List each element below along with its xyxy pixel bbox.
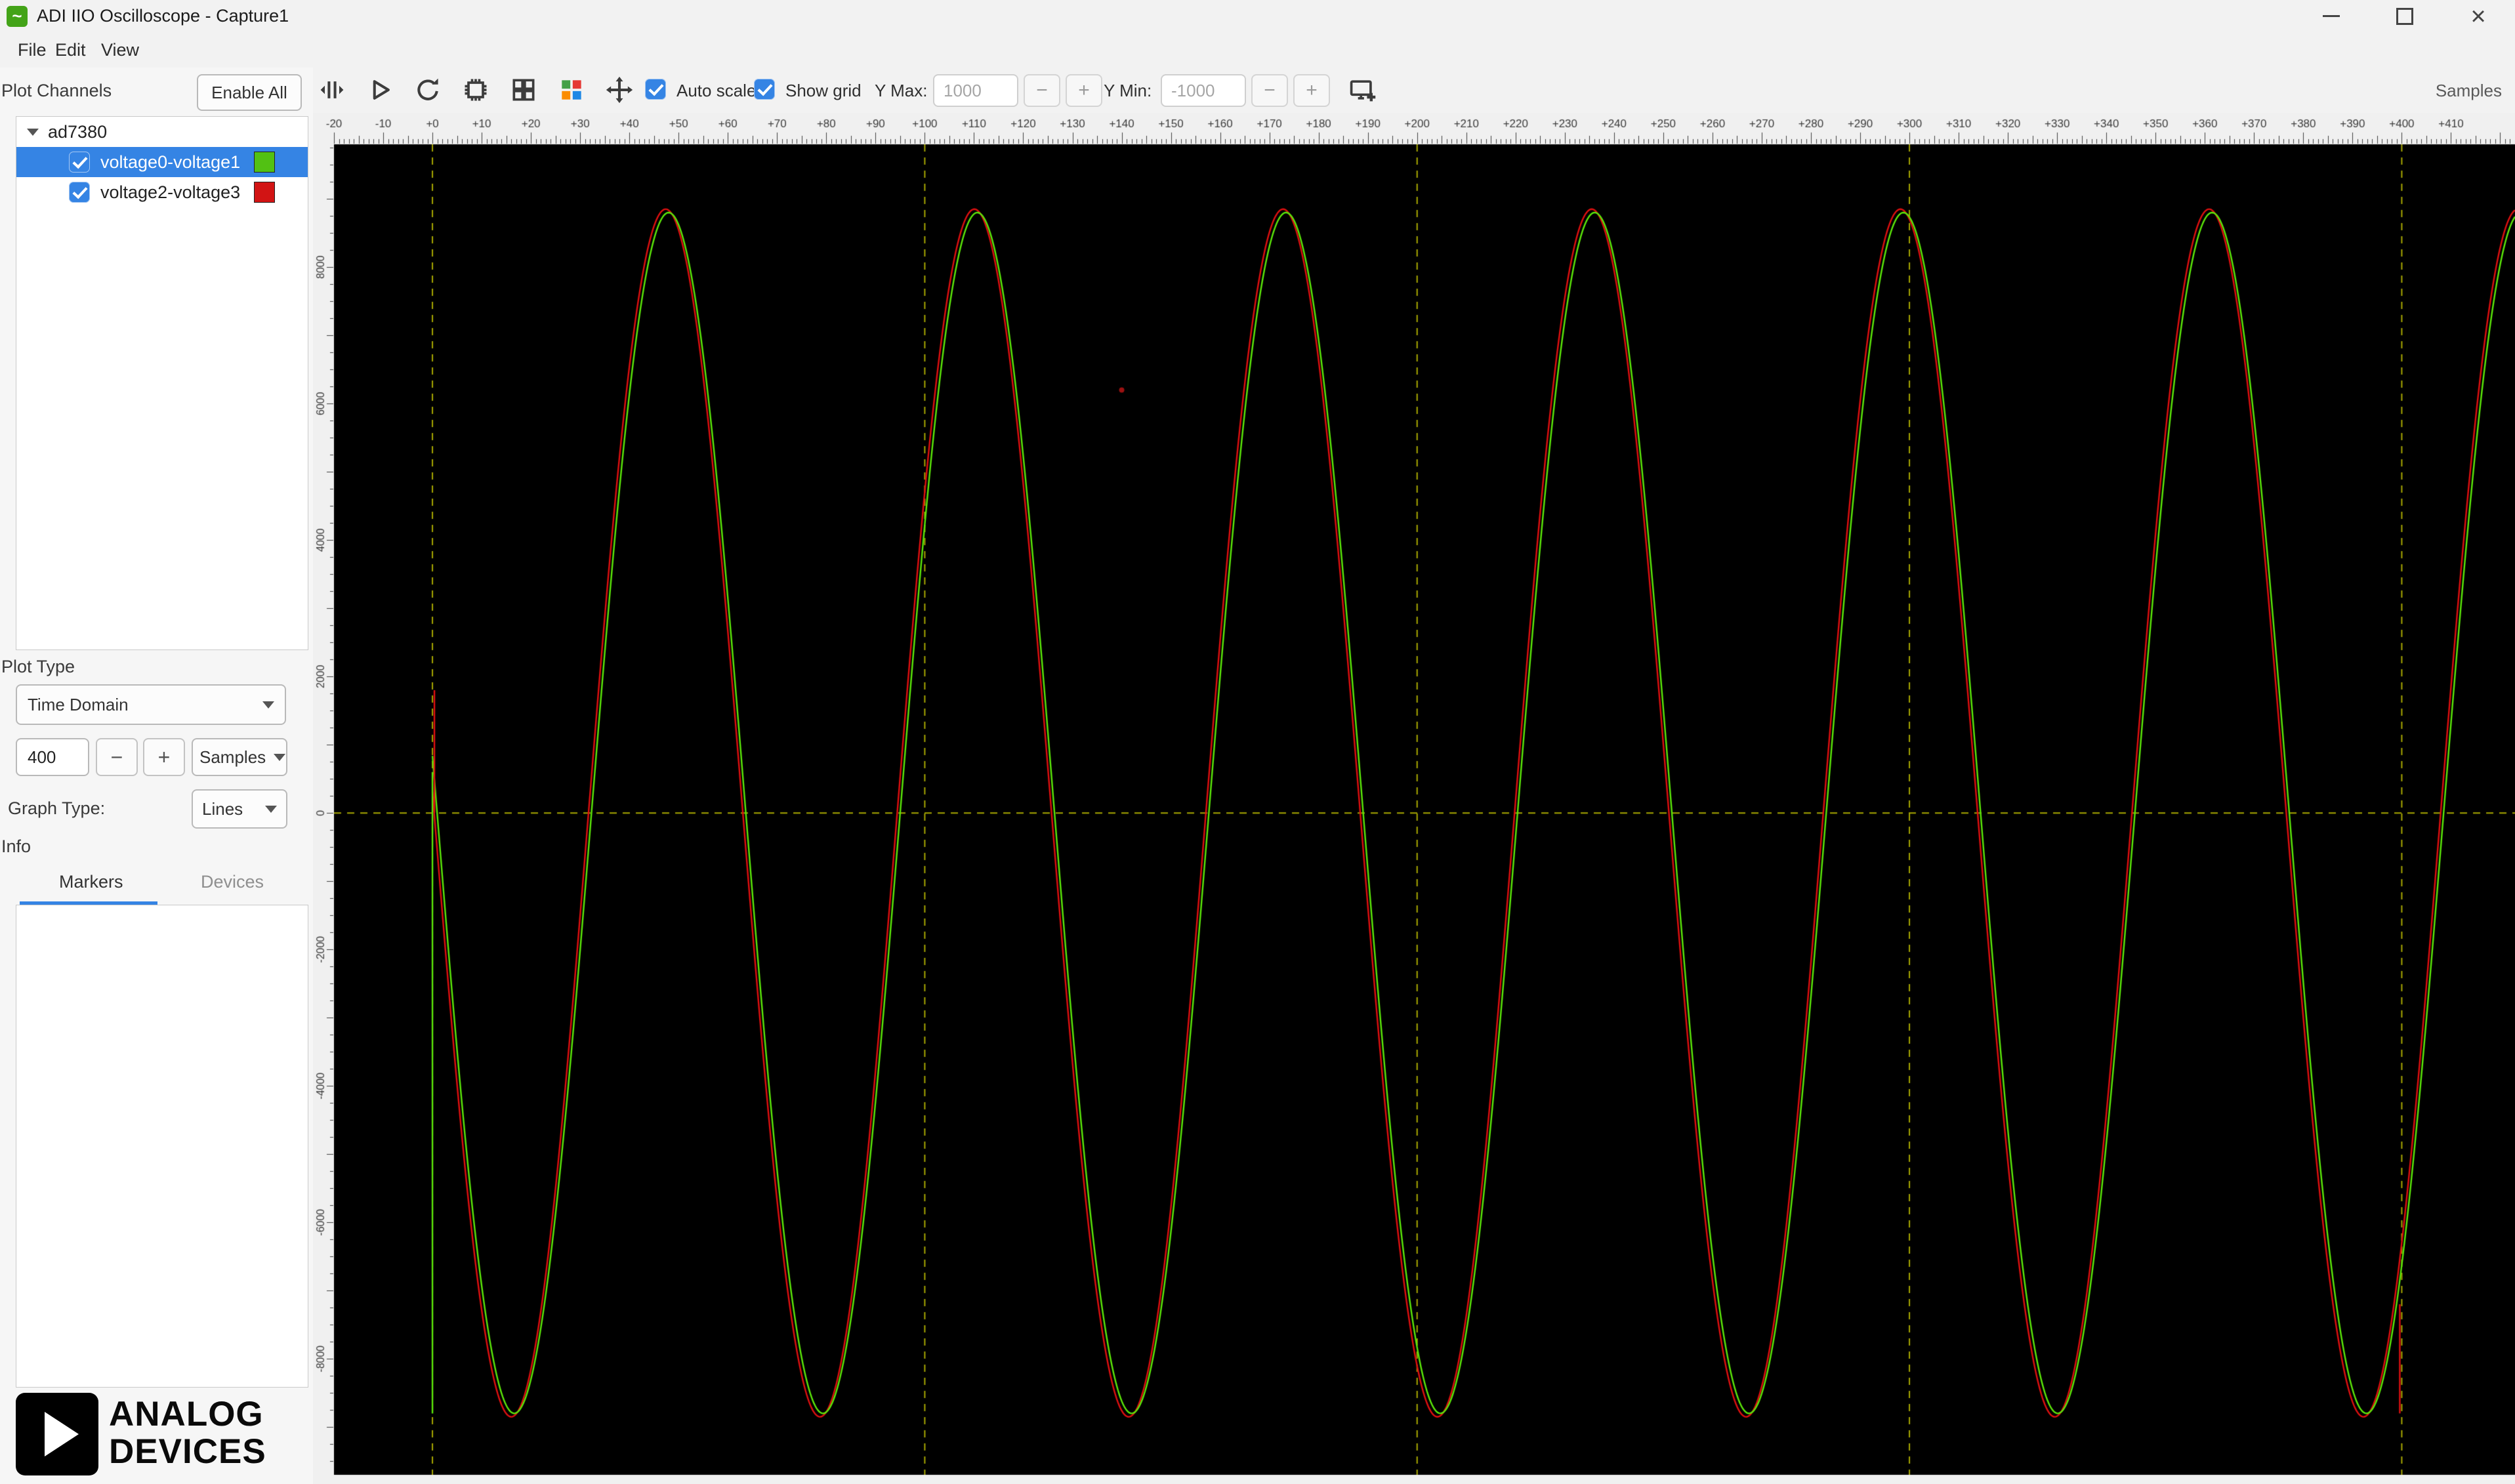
minimize-icon — [2323, 15, 2340, 17]
y-min-decrement-button[interactable]: − — [1251, 74, 1288, 107]
capture-icon[interactable] — [318, 75, 346, 104]
sample-count-input[interactable]: 400 — [16, 738, 89, 776]
plot-canvas[interactable] — [313, 113, 2515, 1484]
sample-unit-value: Samples — [199, 747, 266, 767]
auto-scale-checkbox[interactable] — [645, 79, 666, 100]
adi-logo-line1: ANALOG — [109, 1395, 264, 1433]
memory-icon[interactable] — [461, 75, 490, 104]
title-bar: ~ ADI IIO Oscilloscope - Capture1 × — [0, 0, 2515, 32]
plot-area — [313, 113, 2515, 1484]
graph-type-value: Lines — [202, 798, 243, 819]
show-grid-checkbox[interactable] — [754, 79, 775, 100]
chevron-down-icon — [274, 753, 286, 761]
expander-icon[interactable] — [27, 128, 39, 136]
app-icon: ~ — [7, 6, 28, 27]
grid-view-icon[interactable] — [509, 75, 538, 104]
plot-type-label: Plot Type — [1, 657, 75, 676]
maximize-button[interactable] — [2368, 0, 2442, 32]
info-label: Info — [1, 836, 31, 856]
channels-grid-icon[interactable] — [557, 75, 586, 104]
adi-logo-text: ANALOG DEVICES — [109, 1395, 266, 1470]
tab-devices[interactable]: Devices — [201, 872, 264, 892]
graph-type-label: Graph Type: — [8, 798, 106, 818]
play-icon[interactable] — [365, 75, 394, 104]
menu-edit[interactable]: Edit — [55, 40, 86, 60]
channel-color-swatch[interactable] — [254, 152, 275, 173]
show-grid-label: Show grid — [785, 81, 862, 100]
window-controls: × — [2295, 0, 2515, 32]
sidebar: Plot Channels Enable All ad7380 voltage0… — [0, 68, 314, 1484]
menu-bar: File Edit View — [0, 32, 2515, 68]
sample-count-decrement-button[interactable]: − — [96, 738, 138, 776]
plot-type-value: Time Domain — [28, 694, 129, 714]
channel-list: ad7380 voltage0-voltage1 voltage2-voltage… — [16, 116, 308, 650]
y-min-label: Y Min: — [1104, 81, 1152, 100]
plot-type-select[interactable]: Time Domain — [16, 684, 286, 725]
channel-color-swatch[interactable] — [254, 182, 275, 203]
channel-label: voltage2-voltage3 — [100, 182, 241, 202]
plot-channels-label: Plot Channels — [1, 81, 112, 100]
play-triangle-icon — [45, 1412, 79, 1456]
auto-scale-label: Auto scale — [676, 81, 757, 100]
new-plot-icon[interactable] — [1348, 75, 1377, 104]
close-icon: × — [2470, 1, 2486, 31]
channel-checkbox[interactable] — [69, 152, 90, 173]
channel-row[interactable]: voltage2-voltage3 — [16, 177, 308, 207]
window-title: ADI IIO Oscilloscope - Capture1 — [37, 6, 289, 26]
enable-all-button[interactable]: Enable All — [197, 74, 302, 111]
menu-file[interactable]: File — [18, 40, 47, 60]
info-tab-bar: Markers Devices — [0, 861, 313, 905]
move-icon[interactable] — [605, 75, 634, 104]
graph-type-select[interactable]: Lines — [192, 789, 287, 829]
adi-logo-line2: DEVICES — [109, 1432, 266, 1471]
sample-unit-select[interactable]: Samples — [192, 738, 287, 776]
y-max-increment-button[interactable]: + — [1066, 74, 1102, 107]
plot-toolbar: Auto scale Show grid Y Max: 1000 − + Y M… — [313, 68, 2515, 113]
repeat-icon[interactable] — [413, 75, 442, 104]
channel-label: voltage0-voltage1 — [100, 152, 241, 172]
device-name: ad7380 — [48, 121, 108, 142]
y-min-input[interactable]: -1000 — [1161, 74, 1246, 107]
maximize-icon — [2396, 7, 2413, 25]
samples-corner-label: Samples — [2435, 81, 2502, 100]
chevron-down-icon — [262, 701, 274, 709]
minimize-button[interactable] — [2295, 0, 2368, 32]
close-button[interactable]: × — [2442, 0, 2515, 32]
device-row[interactable]: ad7380 — [16, 117, 308, 147]
y-max-decrement-button[interactable]: − — [1024, 74, 1060, 107]
y-max-input[interactable]: 1000 — [933, 74, 1018, 107]
sample-count-increment-button[interactable]: + — [143, 738, 185, 776]
channel-row[interactable]: voltage0-voltage1 — [16, 147, 308, 177]
tab-markers[interactable]: Markers — [59, 872, 123, 892]
app-window: ~ ADI IIO Oscilloscope - Capture1 × File… — [0, 0, 2515, 1484]
menu-view[interactable]: View — [101, 40, 139, 60]
y-max-label: Y Max: — [875, 81, 928, 100]
channel-checkbox[interactable] — [69, 182, 90, 203]
chevron-down-icon — [265, 805, 277, 813]
adi-logo — [16, 1393, 98, 1475]
y-min-increment-button[interactable]: + — [1293, 74, 1330, 107]
markers-panel — [16, 905, 308, 1388]
